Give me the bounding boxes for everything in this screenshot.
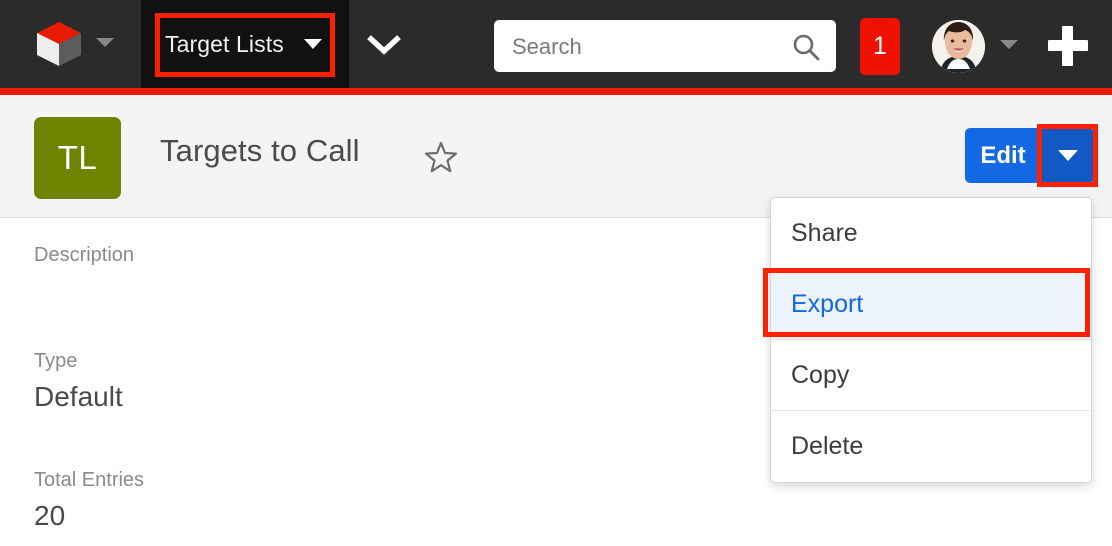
user-avatar-photo-icon <box>932 20 985 73</box>
caret-down-icon[interactable] <box>1000 40 1018 49</box>
navbar-accent-bar <box>0 88 1112 95</box>
edit-button[interactable]: Edit <box>965 128 1041 183</box>
plus-icon[interactable] <box>1048 26 1088 66</box>
record-avatar: TL <box>34 117 121 199</box>
menu-item-label: Share <box>791 218 858 247</box>
module-tab-label: Target Lists <box>165 30 284 57</box>
field-total-entries: Total Entries 20 <box>34 467 144 535</box>
field-label: Description <box>34 244 135 266</box>
avatar[interactable] <box>932 20 985 73</box>
search-input[interactable] <box>510 20 784 74</box>
star-outline-icon[interactable] <box>424 140 458 174</box>
plus-bar-vertical <box>1062 26 1073 66</box>
menu-item-export[interactable]: Export <box>771 269 1091 340</box>
search-icon[interactable] <box>792 33 820 61</box>
app-window: Target Lists 1 <box>0 0 1112 546</box>
caret-down-icon[interactable] <box>96 38 114 47</box>
menu-item-delete[interactable]: Delete <box>771 411 1091 482</box>
caret-down-icon <box>1057 150 1078 161</box>
module-tab-target-lists[interactable]: Target Lists <box>141 0 349 88</box>
cube-icon <box>37 22 81 66</box>
edit-dropdown-toggle[interactable] <box>1041 128 1094 183</box>
field-label: Type <box>34 350 78 372</box>
record-avatar-initials: TL <box>57 139 98 176</box>
field-type: Type Default <box>34 348 123 416</box>
menu-item-copy[interactable]: Copy <box>771 340 1091 411</box>
field-value[interactable]: Default <box>34 378 123 416</box>
global-search[interactable] <box>494 20 836 74</box>
notification-badge[interactable]: 1 <box>860 18 900 75</box>
sugarcrm-cube-logo-icon[interactable] <box>34 20 84 68</box>
menu-item-label: Export <box>791 289 864 318</box>
field-label: Total Entries <box>34 469 145 491</box>
top-navbar: Target Lists 1 <box>0 0 1112 88</box>
field-description: Description <box>34 242 134 268</box>
menu-item-label: Copy <box>791 360 850 389</box>
record-actions-menu: Share Export Copy Delete <box>770 197 1092 483</box>
page-title: Targets to Call <box>160 133 360 168</box>
chevron-down-icon[interactable] <box>367 33 401 57</box>
caret-down-icon[interactable] <box>303 39 322 49</box>
edit-button-label: Edit <box>980 141 1026 169</box>
menu-item-label: Delete <box>791 432 864 460</box>
menu-item-share[interactable]: Share <box>771 198 1091 269</box>
field-value[interactable]: 20 <box>34 497 144 535</box>
notification-count: 1 <box>873 32 887 60</box>
